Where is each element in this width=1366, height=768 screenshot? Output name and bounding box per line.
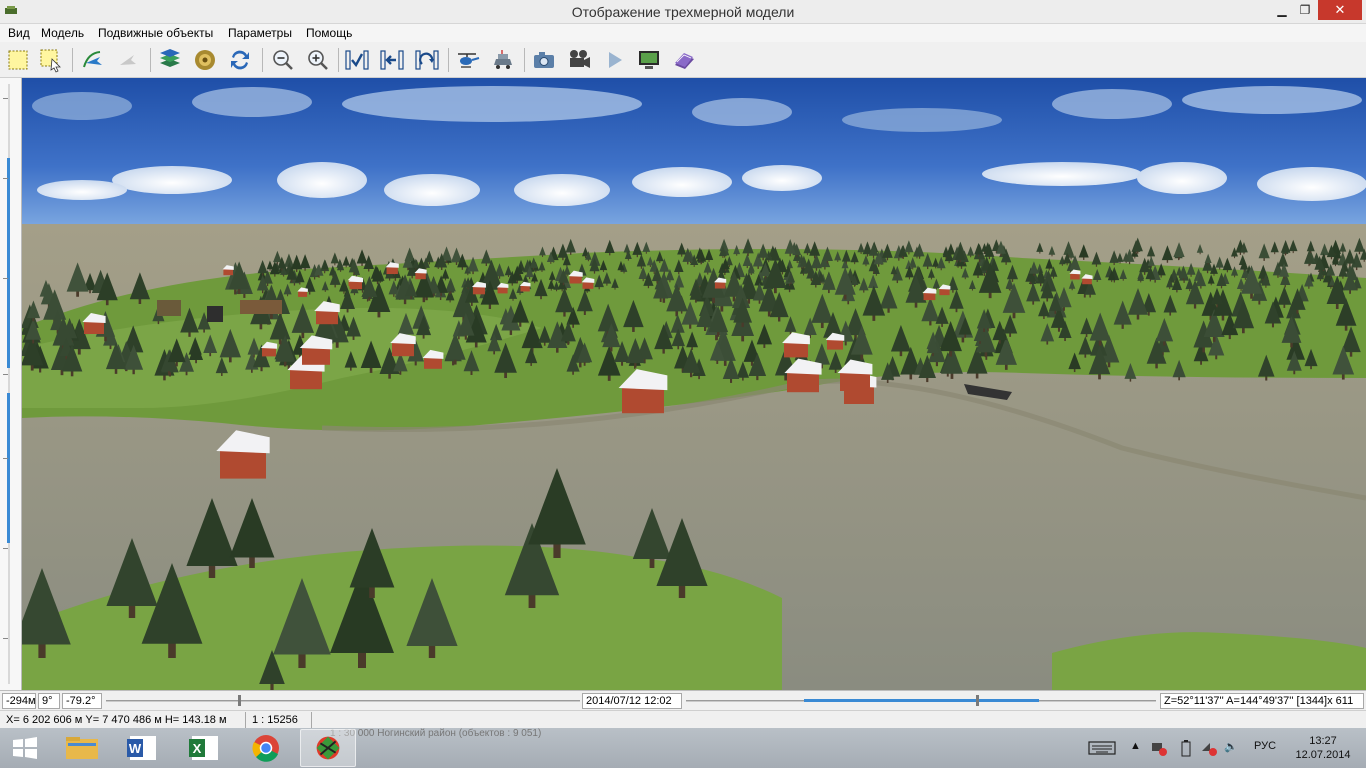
close-button[interactable]: ✕ — [1318, 0, 1362, 20]
svg-text:W: W — [129, 741, 142, 756]
settings-gear-icon[interactable] — [192, 47, 218, 73]
battery-icon[interactable] — [1180, 739, 1192, 757]
tray-expand-icon[interactable]: ▲ — [1130, 740, 1141, 752]
status-bar-coords: X= 6 202 606 м Y= 7 470 486 м H= 143.18 … — [0, 710, 1366, 728]
vertical-ruler[interactable] — [0, 78, 22, 690]
ruler-tick — [3, 278, 8, 279]
ruler-marker[interactable] — [3, 548, 8, 549]
zoom-in-icon[interactable] — [305, 47, 331, 73]
menu-moving-objects[interactable]: Подвижные объекты — [98, 26, 213, 40]
ghost-window-text: 1 : 30 000 Ногинский район (объектов : 9… — [330, 728, 542, 739]
menu-model[interactable]: Модель — [41, 26, 84, 40]
heading-angle-field[interactable]: -79.2° — [62, 693, 102, 709]
toolbar — [0, 42, 1366, 78]
menu-help[interactable]: Помощь — [306, 26, 352, 40]
angle-slider-thumb[interactable] — [238, 695, 241, 706]
tilt-angle-field[interactable]: 9° — [38, 693, 60, 709]
back-arrow-icon[interactable] — [379, 47, 405, 73]
helicopter-icon[interactable] — [455, 47, 481, 73]
check-icon[interactable] — [344, 47, 370, 73]
window-title: Отображение трехмерной модели — [571, 4, 795, 20]
clock-time: 13:27 — [1309, 735, 1337, 747]
toolbar-separator — [72, 48, 73, 72]
svg-text:X: X — [193, 741, 202, 756]
toolbar-separator — [338, 48, 339, 72]
toolbar-separator — [524, 48, 525, 72]
rotate-icon[interactable] — [414, 47, 440, 73]
select-cursor-icon[interactable] — [38, 47, 64, 73]
select-rect-icon[interactable] — [5, 47, 31, 73]
ruler-tick — [3, 458, 8, 459]
taskbar: 1 : 30 000 Ногинский район (объектов : 9… — [0, 728, 1366, 768]
height-field[interactable]: -294м — [2, 693, 36, 709]
toolbar-separator — [262, 48, 263, 72]
terrain-scene[interactable] — [22, 78, 1366, 690]
map3d-app-icon[interactable] — [300, 729, 356, 767]
wifi-off-icon[interactable] — [1200, 739, 1218, 757]
coordinates-readout: X= 6 202 606 м Y= 7 470 486 м H= 143.18 … — [2, 712, 246, 728]
refresh-icon[interactable] — [227, 47, 253, 73]
word-icon[interactable]: W — [114, 729, 170, 767]
ruler-tick — [3, 98, 8, 99]
title-bar: Отображение трехмерной модели ▁ ❐ ✕ — [0, 0, 1366, 24]
status-bar-view: -294м 9° -79.2° 2014/07/12 12:02 Z=52°11… — [0, 690, 1366, 710]
ruler-tick — [3, 178, 8, 179]
language-indicator[interactable]: РУС — [1254, 740, 1276, 752]
keyboard-icon[interactable] — [1088, 740, 1116, 756]
windows-start-icon[interactable] — [0, 729, 50, 767]
toolbar-separator — [448, 48, 449, 72]
network-warning-icon[interactable] — [1150, 739, 1168, 757]
ruler-range-top — [7, 158, 10, 368]
volume-icon[interactable]: 🔈 — [1224, 740, 1238, 753]
menu-view[interactable]: Вид — [8, 26, 30, 40]
angle-slider[interactable] — [106, 695, 580, 707]
maximize-button[interactable]: ❐ — [1291, 0, 1319, 20]
time-slider-range — [804, 699, 1039, 702]
fly-disabled-icon[interactable] — [114, 47, 140, 73]
video-camera-icon[interactable] — [566, 47, 592, 73]
time-slider-thumb[interactable] — [976, 695, 979, 706]
layers-icon[interactable] — [157, 47, 183, 73]
orientation-field: Z=52°11'37'' A=144°49'37'' [1344]x 611 — [1160, 693, 1364, 709]
time-slider[interactable] — [686, 695, 1156, 707]
3d-viewport[interactable] — [22, 78, 1366, 690]
fly-route-icon[interactable] — [80, 47, 106, 73]
play-icon[interactable] — [601, 47, 627, 73]
toolbar-separator — [150, 48, 151, 72]
file-explorer-icon[interactable] — [54, 729, 110, 767]
datetime-field[interactable]: 2014/07/12 12:02 — [582, 693, 682, 709]
ruler-marker[interactable] — [3, 374, 8, 375]
clock[interactable]: 13:27 12.07.2014 — [1292, 734, 1354, 762]
chrome-icon[interactable] — [238, 729, 294, 767]
zoom-out-icon[interactable] — [270, 47, 296, 73]
menu-bar: Вид Модель Подвижные объекты Параметры П… — [0, 24, 1366, 42]
scale-readout: 1 : 15256 — [248, 712, 312, 728]
clock-date: 12.07.2014 — [1295, 749, 1351, 761]
ruler-tick — [3, 638, 8, 639]
menu-parameters[interactable]: Параметры — [228, 26, 292, 40]
excel-icon[interactable]: X — [176, 729, 232, 767]
book-icon[interactable] — [671, 47, 697, 73]
camera-icon[interactable] — [531, 47, 557, 73]
vehicle-icon[interactable] — [490, 47, 516, 73]
ruler-range-bottom — [7, 393, 10, 543]
monitor-icon[interactable] — [636, 47, 662, 73]
